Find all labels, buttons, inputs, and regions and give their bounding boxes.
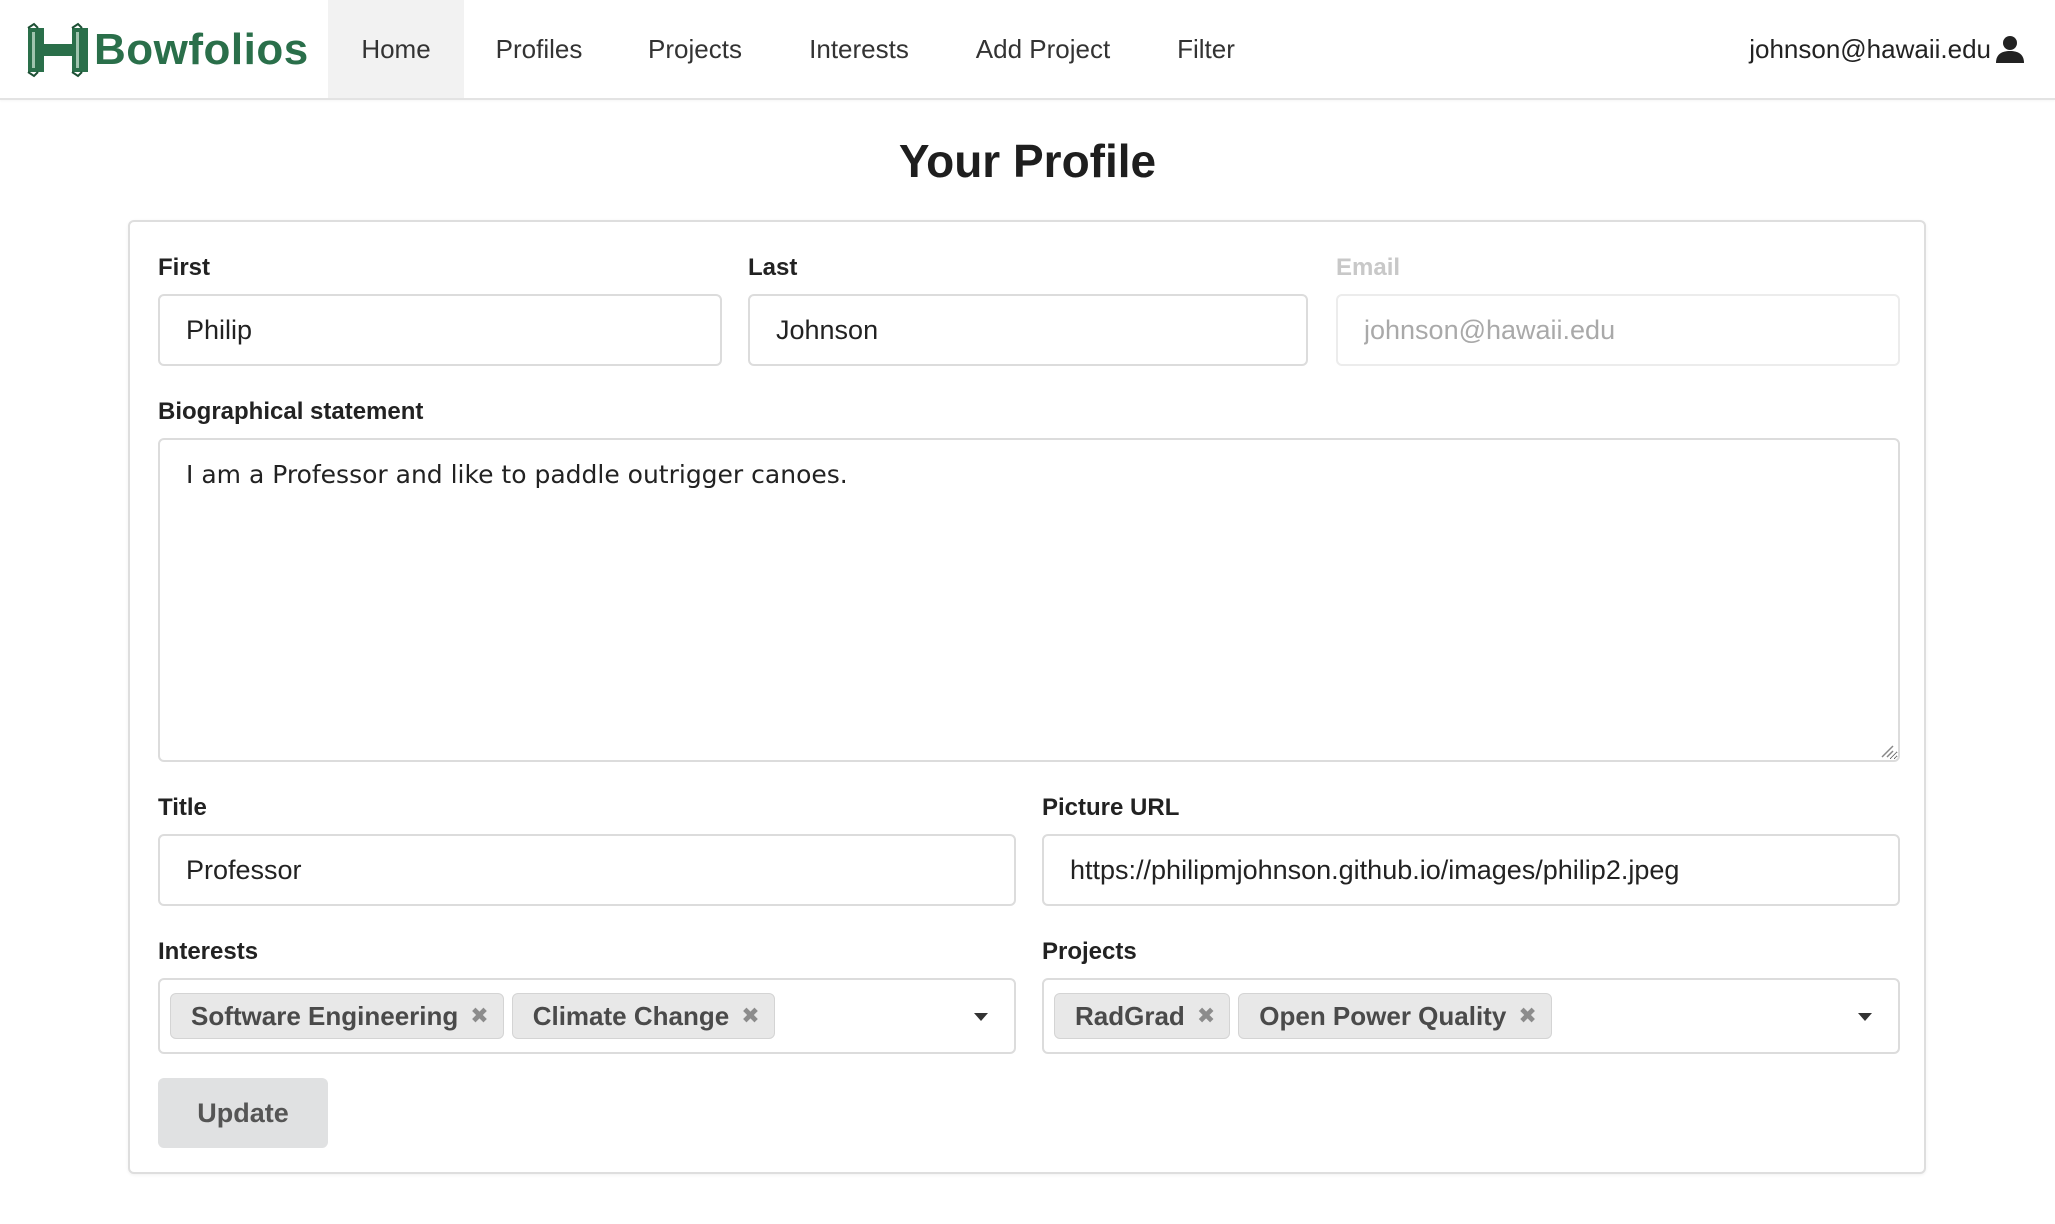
chip-label: Climate Change [532, 1000, 730, 1031]
page-title: Your Profile [898, 135, 1157, 187]
nav-home[interactable]: Home [328, 0, 464, 98]
interests-label: Interests [158, 938, 259, 965]
chip-label: Open Power Quality [1259, 1000, 1507, 1031]
interest-chip: Software Engineering ✖ [170, 993, 504, 1039]
remove-chip-icon[interactable]: ✖ [741, 1005, 759, 1027]
resize-grip-icon[interactable] [1878, 742, 1894, 758]
dropdown-caret-icon[interactable] [1858, 1013, 1872, 1021]
update-button[interactable]: Update [158, 1078, 328, 1148]
bio-textarea[interactable]: I am a Professor and like to paddle outr… [158, 438, 1900, 762]
picture-url-label: Picture URL [1042, 794, 1180, 821]
dropdown-caret-icon[interactable] [974, 1013, 988, 1021]
bio-label: Biographical statement [158, 398, 424, 425]
remove-chip-icon[interactable]: ✖ [470, 1005, 488, 1027]
user-icon [1996, 36, 2024, 63]
email-label: Email [1336, 254, 1401, 281]
first-name-input[interactable] [158, 294, 722, 366]
last-name-input[interactable] [748, 294, 1308, 366]
email-field [1336, 294, 1900, 366]
top-navbar: Bowfolios Home Profiles Projects Interes… [0, 0, 2055, 100]
nav-add-project[interactable]: Add Project [956, 0, 1130, 98]
brand-logo-link[interactable]: Bowfolios [26, 0, 309, 100]
chip-label: Software Engineering [191, 1000, 459, 1031]
interests-multiselect[interactable]: Software Engineering ✖ Climate Change ✖ [158, 978, 1016, 1054]
user-account-menu[interactable]: johnson@hawaii.edu [1749, 0, 2025, 98]
first-name-label: First [158, 254, 211, 281]
nav-profiles[interactable]: Profiles [470, 0, 608, 98]
projects-multiselect[interactable]: RadGrad ✖ Open Power Quality ✖ [1042, 978, 1900, 1054]
chip-label: RadGrad [1075, 1000, 1185, 1031]
remove-chip-icon[interactable]: ✖ [1197, 1005, 1215, 1027]
title-label: Title [158, 794, 207, 821]
interest-chip: Climate Change ✖ [511, 993, 775, 1039]
project-chip: Open Power Quality ✖ [1238, 993, 1552, 1039]
user-email: johnson@hawaii.edu [1749, 33, 1991, 64]
project-chip: RadGrad ✖ [1054, 993, 1231, 1039]
remove-chip-icon[interactable]: ✖ [1518, 1005, 1536, 1027]
manoa-h-logo-icon [27, 22, 88, 78]
title-input[interactable] [158, 834, 1016, 906]
nav-interests[interactable]: Interests [786, 0, 932, 98]
projects-label: Projects [1042, 938, 1137, 965]
last-name-label: Last [748, 254, 798, 281]
picture-url-input[interactable] [1042, 834, 1900, 906]
profile-form-card: First Last Email Biographical statement … [128, 220, 1926, 1174]
brand-name: Bowfolios [94, 25, 309, 74]
nav-projects[interactable]: Projects [624, 0, 766, 98]
nav-filter[interactable]: Filter [1156, 0, 1256, 98]
